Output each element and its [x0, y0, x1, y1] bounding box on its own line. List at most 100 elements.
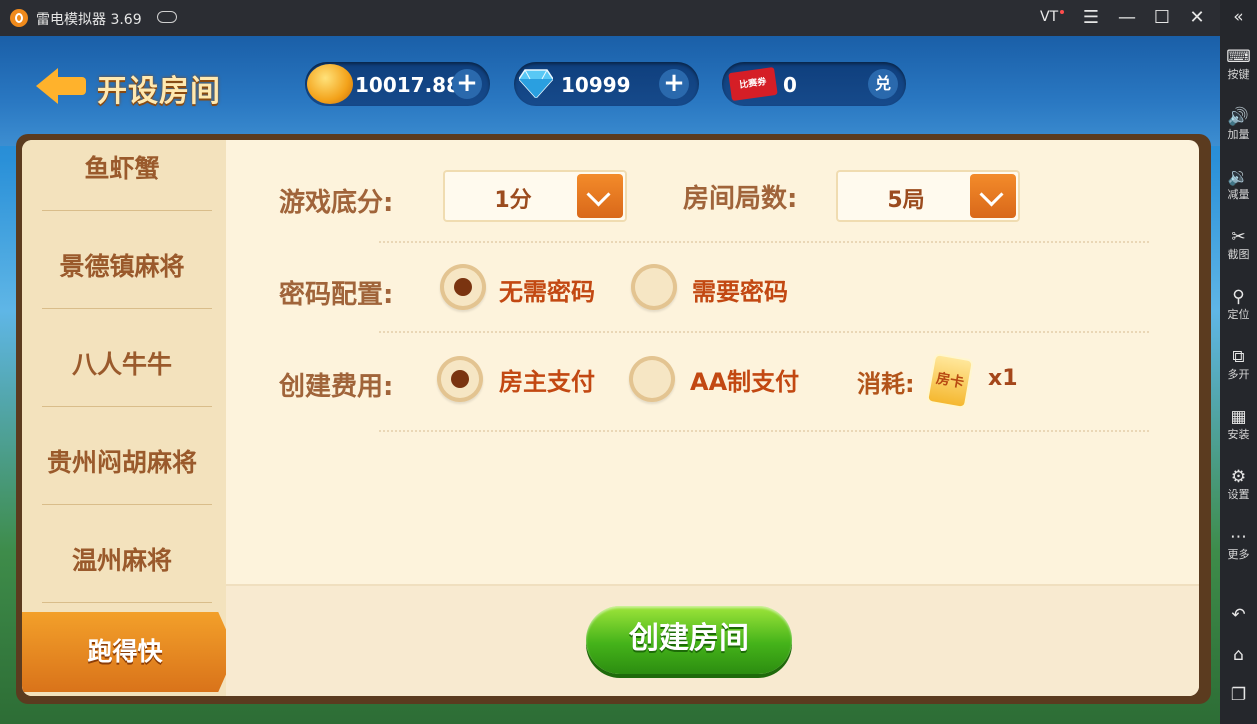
home-icon: ⌂ — [1233, 645, 1244, 665]
consume-quantity: x1 — [988, 366, 1018, 391]
menu-icon[interactable]: ☰ — [1079, 6, 1103, 30]
sidebar-item-settings[interactable]: ⚙ 设置 — [1220, 466, 1257, 502]
sidebar-item-screenshot[interactable]: ✂ 截图 — [1220, 226, 1257, 262]
sidebar-item-keymap[interactable]: ⌨ 按键 — [1220, 46, 1257, 82]
close-icon[interactable]: ✕ — [1185, 6, 1209, 30]
sidebar-item-label: 安装 — [1227, 428, 1250, 441]
emulator-sidebar: « ⌨ 按键 🔊 加量 🔉 减量 ✂ 截图 ⚲ 定位 ⧉ 多开 ▦ 安装 ⚙ 设… — [1220, 0, 1257, 724]
location-icon: ⚲ — [1232, 287, 1245, 307]
tab-divider — [42, 308, 212, 309]
double-chevron-left-icon: « — [1233, 7, 1244, 27]
add-gold-button[interactable]: + — [452, 69, 482, 99]
room-card-icon: 房卡 — [928, 355, 972, 407]
sidebar-item-label: 设置 — [1227, 488, 1250, 501]
back-arrow-shaft — [56, 77, 86, 95]
sidebar-item-install[interactable]: ▦ 安装 — [1220, 406, 1257, 442]
base-score-value: 1分 — [494, 188, 532, 213]
android-home-button[interactable]: ⌂ — [1220, 644, 1257, 666]
consume-label: 消耗: — [857, 370, 915, 398]
android-recents-button[interactable]: ❐ — [1220, 684, 1257, 706]
radio-selected-dot — [454, 278, 472, 296]
base-score-select[interactable]: 1分 — [443, 170, 627, 222]
apk-icon: ▦ — [1230, 407, 1247, 427]
volume-up-icon: 🔊 — [1227, 107, 1250, 127]
sidebar-item-more[interactable]: ⋯ 更多 — [1220, 526, 1257, 562]
action-bar: 创建房间 — [226, 584, 1199, 696]
rounds-select[interactable]: 5局 — [836, 170, 1020, 222]
tab-divider — [42, 602, 212, 603]
volume-down-icon: 🔉 — [1227, 167, 1250, 187]
sidebar-item-volume-up[interactable]: 🔊 加量 — [1220, 106, 1257, 142]
tab-game[interactable]: 八人牛牛 — [32, 316, 212, 414]
fee-owner-radio[interactable] — [437, 356, 483, 402]
password-required-radio[interactable] — [631, 264, 677, 310]
back-arrow-icon — [36, 68, 58, 104]
tab-game[interactable]: 景德镇麻将 — [32, 218, 212, 316]
create-room-button[interactable]: 创建房间 — [586, 606, 792, 674]
password-label: 密码配置: — [279, 280, 394, 310]
gold-value: 10017.88 — [355, 73, 461, 97]
gold-ingot-icon — [307, 64, 353, 104]
chevron-down-icon[interactable] — [577, 174, 623, 218]
more-icon: ⋯ — [1230, 527, 1247, 547]
add-diamond-button[interactable]: + — [659, 69, 689, 99]
row-divider — [379, 331, 1149, 333]
create-room-panel: 鱼虾蟹 景德镇麻将 八人牛牛 贵州闷胡麻将 温州麻将 跑得快 游戏底分: 1分 … — [16, 134, 1211, 704]
vt-indicator: VT — [1040, 9, 1059, 25]
rounds-value: 5局 — [887, 188, 925, 213]
tab-game[interactable]: 鱼虾蟹 — [32, 140, 212, 218]
scissors-icon: ✂ — [1231, 227, 1246, 247]
row-divider — [379, 430, 1149, 432]
minimize-icon[interactable]: — — [1115, 6, 1139, 30]
fee-owner-label[interactable]: 房主支付 — [499, 362, 595, 397]
gamepad-icon[interactable] — [157, 11, 177, 23]
base-score-label: 游戏底分: — [279, 188, 394, 218]
sidebar-item-label: 加量 — [1227, 128, 1250, 141]
sidebar-item-multi-instance[interactable]: ⧉ 多开 — [1220, 346, 1257, 382]
maximize-icon[interactable]: ☐ — [1150, 6, 1174, 30]
collapse-sidebar-button[interactable]: « — [1220, 6, 1257, 28]
tab-game[interactable]: 温州麻将 — [32, 512, 212, 610]
sidebar-item-label: 减量 — [1227, 188, 1250, 201]
diamond-balance: 10999 + — [514, 62, 699, 106]
sidebar-item-label: 按键 — [1227, 68, 1250, 81]
back-button[interactable] — [36, 68, 88, 104]
android-back-button[interactable]: ↶ — [1220, 604, 1257, 626]
sidebar-item-label: 截图 — [1227, 248, 1250, 261]
tab-game[interactable]: 贵州闷胡麻将 — [32, 414, 212, 512]
page-title: 开设房间 — [97, 74, 221, 109]
ticket-icon: 比赛券 — [728, 66, 778, 102]
emulator-logo-icon — [10, 9, 28, 27]
tab-divider — [42, 504, 212, 505]
password-none-radio[interactable] — [440, 264, 486, 310]
radio-selected-dot — [451, 370, 469, 388]
ticket-value: 0 — [783, 73, 797, 97]
tab-game-active[interactable]: 跑得快 — [22, 612, 236, 692]
vt-status-dot — [1060, 10, 1064, 14]
recents-icon: ❐ — [1230, 685, 1247, 705]
rounds-label: 房间局数: — [683, 184, 798, 214]
app-title: 雷电模拟器 3.69 — [36, 12, 142, 28]
tab-divider — [42, 406, 212, 407]
diamond-icon — [519, 69, 553, 98]
back-arrow-icon: ↶ — [1231, 605, 1246, 625]
redeem-button[interactable]: 兑 — [868, 69, 898, 99]
sidebar-item-volume-down[interactable]: 🔉 减量 — [1220, 166, 1257, 202]
diamond-value: 10999 — [561, 73, 631, 97]
row-divider — [379, 241, 1149, 243]
panel-content: 鱼虾蟹 景德镇麻将 八人牛牛 贵州闷胡麻将 温州麻将 跑得快 游戏底分: 1分 … — [22, 140, 1199, 696]
sidebar-item-label: 多开 — [1227, 368, 1250, 381]
fee-split-radio[interactable] — [629, 356, 675, 402]
password-none-label[interactable]: 无需密码 — [499, 272, 595, 307]
emulator-titlebar: 雷电模拟器 3.69 VT ☰ — ☐ ✕ — [0, 0, 1220, 36]
sidebar-item-label: 更多 — [1227, 548, 1250, 561]
sidebar-item-label: 定位 — [1227, 308, 1250, 321]
password-required-label[interactable]: 需要密码 — [692, 272, 788, 307]
sidebar-item-location[interactable]: ⚲ 定位 — [1220, 286, 1257, 322]
chevron-down-icon[interactable] — [970, 174, 1016, 218]
game-screen: 开设房间 10017.88 + 10999 + 比赛券 0 兑 鱼虾蟹 景德镇麻… — [0, 36, 1220, 724]
tab-divider — [42, 210, 212, 211]
fee-label: 创建费用: — [279, 372, 394, 402]
fee-split-label[interactable]: AA制支付 — [690, 362, 799, 397]
multi-instance-icon: ⧉ — [1232, 347, 1245, 367]
